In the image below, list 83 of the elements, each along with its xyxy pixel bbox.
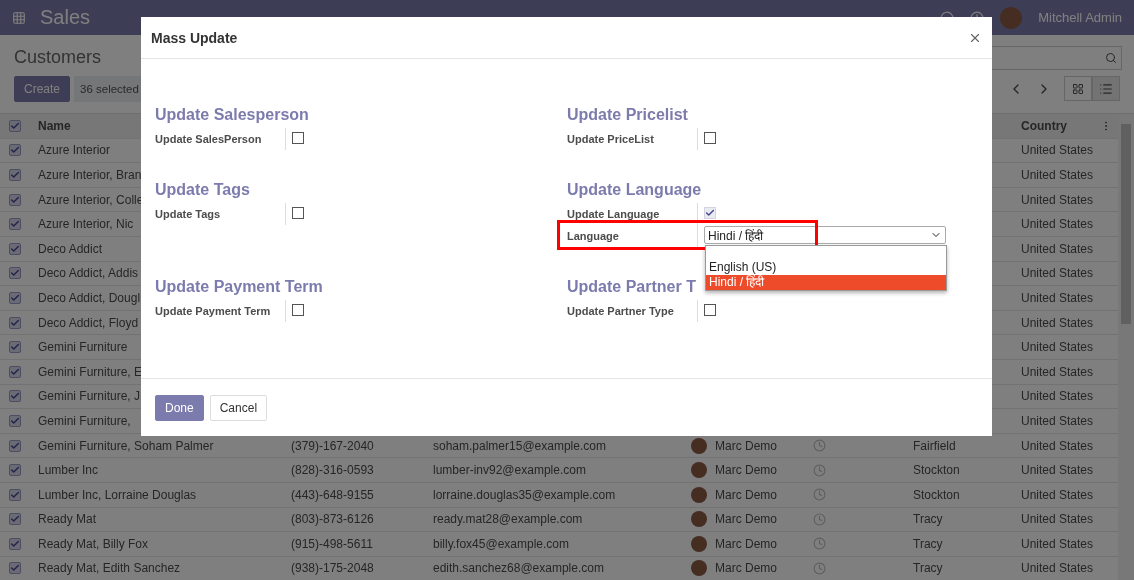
column-header[interactable]: Name (30, 118, 71, 133)
table-cell-text: (803)-873-6126 (290, 512, 374, 527)
table-cell-text: Gemini Furniture, J (37, 389, 141, 404)
table-cell-text: Deco Addict, Floyd (37, 315, 139, 330)
table-cell: Marc Demo (715, 536, 777, 551)
app-name: Sales (40, 6, 91, 29)
table-cell-text: Tracy (912, 561, 943, 576)
field-label: Update Language (567, 207, 660, 222)
table-cell-text: United States (1020, 266, 1094, 281)
table-cell-text: Tracy (912, 512, 943, 527)
table-cell-text: (379)-167-2040 (290, 438, 374, 453)
section-title: Update Payment Term (155, 277, 323, 297)
table-cell-text: United States (1020, 512, 1094, 527)
table-cell-text: (443)-648-9155 (290, 487, 374, 502)
table-cell-text: Deco Addict, Addis (37, 266, 139, 281)
table-cell-text: Lumber Inc (37, 463, 99, 478)
table-cell-text: Lumber Inc, Lorraine Douglas (37, 487, 197, 502)
table-cell-text: Azure Interior, Bran (37, 168, 142, 182)
column-header[interactable]: Country (1021, 118, 1067, 133)
table-cell-text: Gemini Furniture (37, 340, 128, 355)
table-cell-text: billy.fox45@example.com (432, 536, 569, 551)
user-name[interactable]: Mitchell Admin (1038, 10, 1122, 25)
table-cell-text: United States (1020, 168, 1094, 182)
table-cell-text: United States (1020, 241, 1094, 256)
table-cell-text: lorraine.douglas35@example.com (432, 487, 616, 502)
table-cell-text: United States (1020, 143, 1094, 158)
table-cell-text: Stockton (912, 463, 960, 478)
table-cell-text: edith.sanchez68@example.com (432, 561, 604, 576)
table-cell-text: United States (1020, 217, 1094, 232)
table-cell-text: Fairfield (912, 438, 956, 453)
table-cell-text: Ready Mat, Billy Fox (37, 536, 149, 551)
dialog-title: Mass Update (151, 29, 238, 46)
table-cell-text: United States (1020, 413, 1094, 428)
table-cell-text: United States (1020, 536, 1094, 551)
create-button[interactable]: Create (14, 75, 71, 102)
table-cell-text: (938)-175-2048 (290, 561, 374, 576)
table-cell-text: Azure Interior, Nic (37, 217, 134, 232)
table-cell-text: soham.palmer15@example.com (432, 438, 606, 453)
section-title: Update Salesperson (155, 105, 309, 125)
field-label: Update Payment Term (155, 304, 271, 319)
field-label: Language (567, 229, 619, 244)
field-label: Update SalesPerson (155, 132, 262, 147)
table-cell: Marc Demo (715, 487, 777, 502)
table-cell-text: Ready Mat, Edith Sanchez (37, 561, 181, 576)
table-cell-text: United States (1020, 192, 1094, 207)
table-cell-text: United States (1020, 487, 1094, 502)
table-cell-text: lumber-inv92@example.com (432, 463, 586, 478)
table-cell-text: Gemini Furniture, Soham Palmer (37, 438, 214, 453)
field-label: Update PriceList (567, 132, 654, 147)
table-cell-text: United States (1020, 389, 1094, 404)
table-cell-text: United States (1020, 290, 1094, 305)
table-cell-text: Deco Addict (37, 241, 103, 256)
section-title: Update Pricelist (567, 105, 688, 125)
table-cell-text: (828)-316-0593 (290, 463, 374, 478)
table-cell-text: United States (1020, 438, 1094, 453)
table-cell-text: United States (1020, 315, 1094, 330)
field-label: Update Tags (155, 207, 221, 222)
table-cell-text: United States (1020, 364, 1094, 379)
table-cell-text: United States (1020, 561, 1094, 576)
table-cell-text: Gemini Furniture, (37, 413, 131, 428)
section-title: Update Tags (155, 180, 250, 200)
table-cell: Marc Demo (715, 512, 777, 527)
field-label: Update Partner Type (567, 304, 674, 319)
cancel-button[interactable]: Cancel (209, 394, 268, 421)
table-cell-text: Azure Interior (37, 143, 111, 158)
table-cell-text: ready.mat28@example.com (432, 512, 583, 527)
table-cell: Marc Demo (715, 561, 777, 576)
table-cell: Marc Demo (715, 463, 777, 478)
section-title: Update Language (567, 180, 702, 200)
table-cell-text: Stockton (912, 487, 960, 502)
table-cell-text: United States (1020, 463, 1094, 478)
page-title: Customers (14, 46, 102, 68)
table-cell-text: Ready Mat (37, 512, 97, 527)
table-cell: Marc Demo (715, 438, 777, 453)
table-cell-text: (915)-498-5611 (290, 536, 373, 551)
done-button[interactable]: Done (155, 394, 204, 421)
dropdown-option[interactable]: English (US) (706, 260, 946, 275)
table-cell-text: Tracy (912, 536, 943, 551)
table-cell-text: Deco Addict, Dougl (37, 290, 141, 305)
table-cell-text: Gemini Furniture, E (37, 364, 143, 379)
section-title: Update Partner T (567, 277, 696, 297)
table-cell-text: United States (1020, 340, 1094, 355)
dropdown-option[interactable]: Hindi / हिंदी (706, 275, 946, 290)
